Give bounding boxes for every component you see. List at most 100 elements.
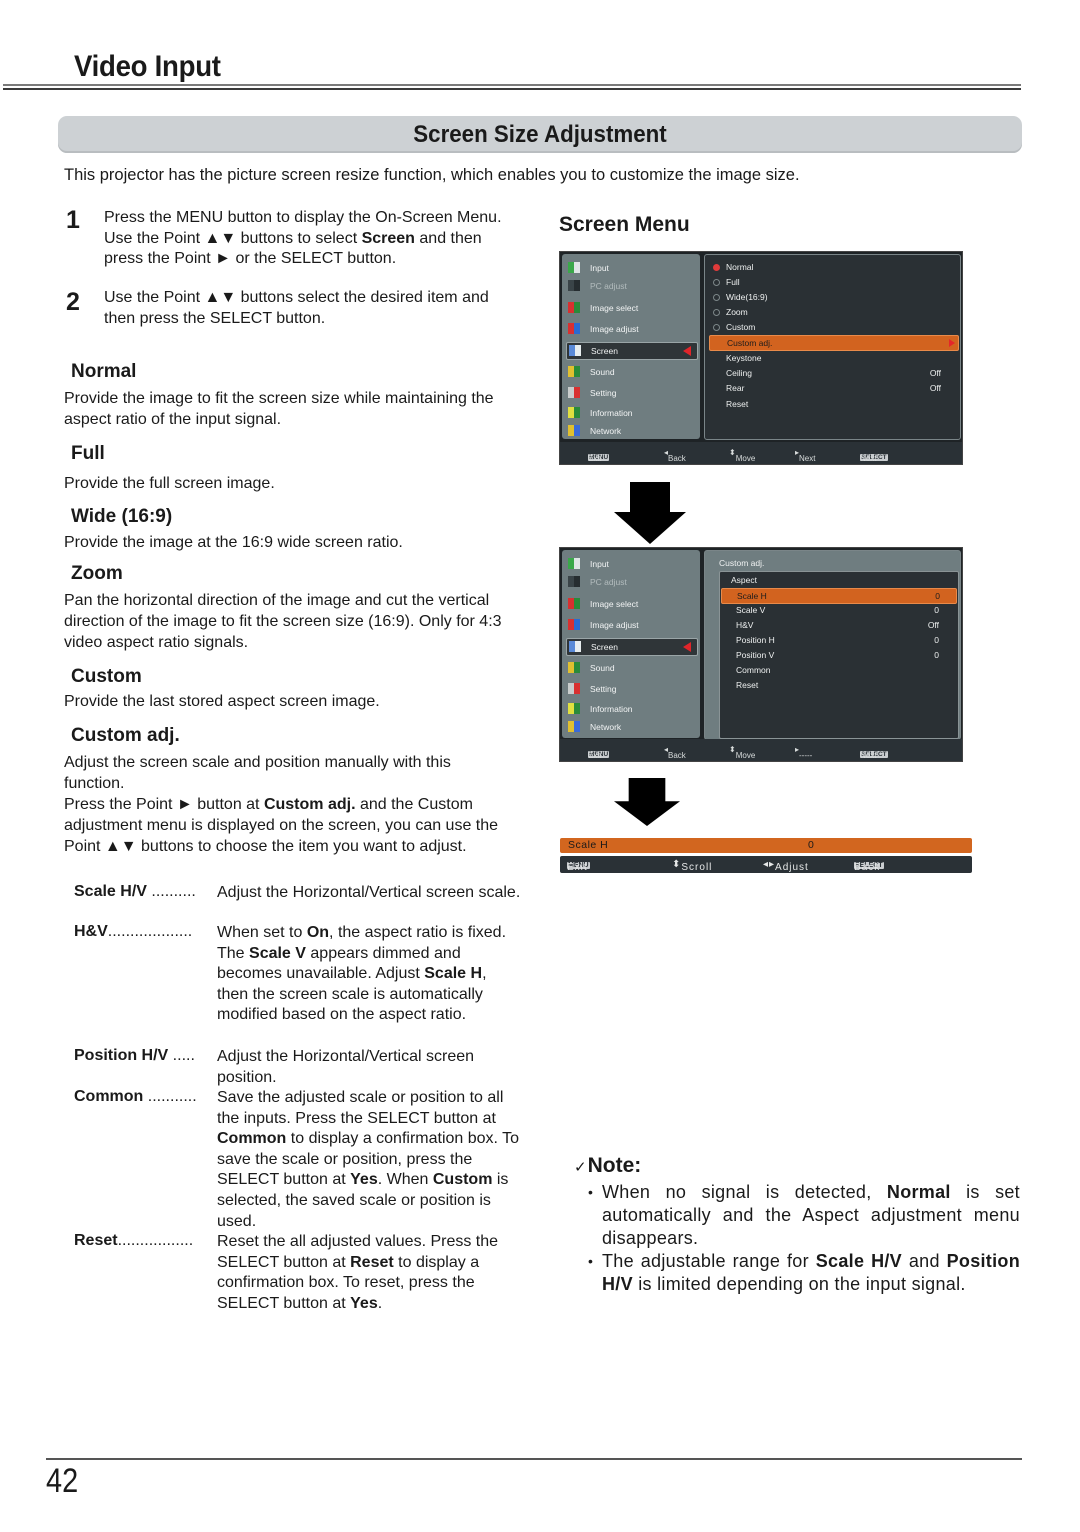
def-desc: Adjust the Horizontal/Vertical screen sc… [217,884,521,901]
option-normal[interactable]: Normal [709,260,957,274]
def-term: Position H/V ..... [74,1047,195,1065]
footer-back: ◂ Back [664,448,686,463]
text: . When [377,1171,433,1189]
option-label: Custom [726,322,756,332]
option-rear[interactable]: Rear Off [709,381,957,395]
option-label: Custom adj. [727,338,773,348]
down-arrow-icon [614,778,680,826]
option-ceiling[interactable]: Ceiling Off [709,366,957,380]
menu-item-image-select[interactable]: Image select [566,300,696,316]
mode-desc-full: Provide the full screen image. [64,475,275,492]
menu-item-sound[interactable]: Sound [566,364,696,380]
option-h-v[interactable]: H&V Off [721,618,955,632]
network-icon [568,721,580,732]
scale-h-adjust-bar[interactable]: Scale H 0 [560,838,972,853]
option-aspect[interactable]: Aspect [721,573,955,587]
menu-item-input[interactable]: Input [566,260,696,276]
leader-dots: ................... [107,923,193,940]
option-label: Full [726,277,740,287]
input-icon [568,262,580,273]
submenu-panel: Aspect Scale H 0 Scale V 0 H&V Off Position H0P… [719,571,959,739]
menu-item-image-adjust[interactable]: Image adjust [566,321,696,337]
option-label: H&V [736,620,754,630]
label: Scroll [681,862,713,873]
osd-right-menu: Normal Full Wide(16:9) Zoom Custom Custom adj… [704,254,961,440]
option-position-v[interactable]: Position V 0 [721,648,955,662]
menu-item-input[interactable]: Input [566,556,696,572]
menu-item-label: Information [590,704,633,714]
option-position-h[interactable]: Position H 0 [721,633,955,647]
option-zoom[interactable]: Zoom [709,305,957,319]
setting-icon [568,387,580,398]
option-keystone[interactable]: Keystone [709,351,957,365]
footer-next: ▸ ----- [795,745,813,760]
footer-next: ▸ Next [795,448,816,463]
menu-item-label: Screen [591,642,618,652]
option-label: Reset [736,680,759,690]
label: Adjust [775,862,809,873]
def-term: H&V................... [74,923,192,941]
menu-item-label: Network [590,722,622,732]
menu-item-information[interactable]: Information [566,701,696,717]
menu-item-label: Image select [590,303,639,313]
menu-item-label: Sound [590,663,615,673]
menu-item-label: PC adjust [590,577,627,587]
screen-menu-heading: Screen Menu [559,213,690,236]
option-common[interactable]: Common [721,663,955,677]
text: is limited depending on the input signal… [632,1274,966,1294]
menu-item-setting[interactable]: Setting [566,385,696,401]
menu-item-setting[interactable]: Setting [566,681,696,697]
menu-item-network[interactable]: Network [566,719,696,735]
menu-item-information[interactable]: Information [566,405,696,421]
note-item: • When no signal is detected, Normal is s… [588,1181,1020,1250]
option-scale-v[interactable]: Scale V 0 [721,603,955,617]
footer-rule [46,1458,1022,1460]
menu-item-pc-adjust[interactable]: PC adjust [566,574,696,590]
radio-unchecked-icon [713,279,720,286]
bullet-icon: • [588,1253,594,1269]
bold-text: On [306,924,330,941]
mode-heading-full: Full [71,443,105,464]
option-value: Off [929,368,941,378]
option-full[interactable]: Full [709,275,957,289]
label: Back [854,862,881,873]
menu-item-screen[interactable]: Screen [566,638,698,656]
option-label: Rear [726,383,745,393]
note-list: • When no signal is detected, Normal is s… [588,1181,1020,1296]
menu-item-image-select[interactable]: Image select [566,596,696,612]
mode-heading-custom-adj: Custom adj. [71,725,180,746]
menu-item-network[interactable]: Network [566,423,696,439]
menu-item-label: Input [590,263,609,273]
radio-unchecked-icon [713,294,720,301]
option-label: Ceiling [726,368,752,378]
leader-dots: .......... [146,883,196,900]
information-icon [568,703,580,714]
menu-item-image-adjust[interactable]: Image adjust [566,617,696,633]
menu-item-pc-adjust[interactable]: PC adjust [566,278,696,294]
option-custom-adj[interactable]: Custom adj. [709,335,959,351]
footer-adjust: ◂▸ Adjust [763,859,809,873]
menu-item-screen[interactable]: Screen [566,342,698,360]
option-wide-16-9[interactable]: Wide(16:9) [709,290,957,304]
label: ----- [799,751,813,760]
radio-unchecked-icon [713,324,720,331]
bold-text: Reset [350,1253,394,1271]
option-reset[interactable]: Reset [721,678,955,692]
label: Exit [588,454,602,463]
option-label: Reset [726,399,749,409]
radio-checked-icon [713,264,720,271]
label: Back [668,751,686,760]
option-reset[interactable]: Reset [709,397,957,411]
menu-item-label: Image select [590,599,639,609]
menu-item-sound[interactable]: Sound [566,660,696,676]
mode-heading-custom: Custom [71,666,142,687]
menu-item-label: Setting [590,388,617,398]
down-arrow-icon [614,482,686,544]
osd-left-menu: Input PC adjust Image select Image adjust Sc… [562,550,700,738]
option-scale-h[interactable]: Scale H 0 [721,588,957,604]
option-custom[interactable]: Custom [709,320,957,334]
option-label: Aspect [731,575,757,585]
footer-back: ◂ Back [664,745,686,760]
note-heading: ✓Note: [574,1154,641,1178]
bullet-icon: • [588,1184,594,1200]
